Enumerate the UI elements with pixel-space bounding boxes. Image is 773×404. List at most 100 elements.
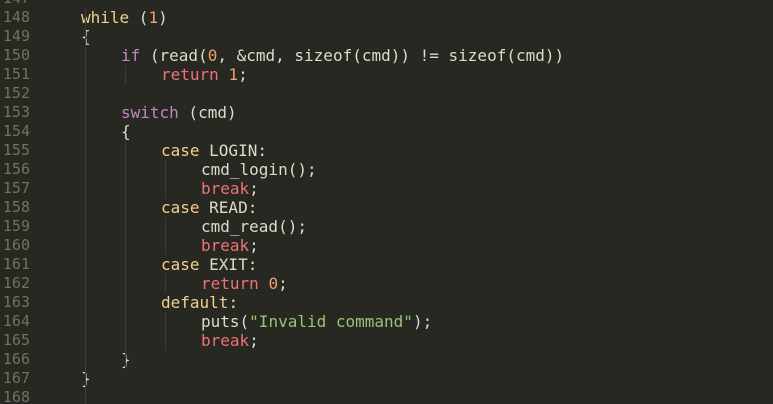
code-token: ; — [249, 179, 259, 198]
line-number: 160 — [2, 236, 30, 254]
code-text: return 1; — [161, 65, 248, 84]
code-line[interactable]: 164 puts("Invalid command"); — [0, 312, 773, 331]
code-line[interactable]: 154 { — [0, 122, 773, 141]
code-token: if — [121, 46, 141, 65]
line-number: 159 — [2, 217, 30, 235]
code-token: default — [161, 293, 229, 312]
code-token: 0 — [207, 46, 218, 65]
line-number: 167 — [2, 369, 30, 387]
code-line[interactable]: 162 return 0; — [0, 274, 773, 293]
indent-guide — [125, 141, 126, 369]
line-number: 149 — [2, 27, 30, 45]
code-token: (read( — [140, 46, 208, 65]
code-text: while (1) — [81, 8, 168, 27]
line-number: 153 — [2, 103, 30, 121]
code-line[interactable]: 163 default: — [0, 293, 773, 312]
code-token: (cmd) — [178, 103, 237, 122]
code-token: case — [161, 198, 200, 217]
line-number: 155 — [2, 141, 30, 159]
line-number: 165 — [2, 331, 30, 349]
code-token: { — [121, 122, 131, 141]
code-text: case LOGIN: — [161, 141, 267, 160]
line-number: 163 — [2, 293, 30, 311]
code-token: while — [81, 8, 130, 27]
code-line[interactable]: 148 while (1) — [0, 8, 773, 27]
indent-guide — [165, 160, 166, 198]
code-text: cmd_read(); — [201, 217, 307, 236]
line-number: 151 — [2, 65, 30, 83]
code-editor[interactable]: 147148while (1)149{150if (read(0, &cmd, … — [0, 0, 773, 404]
code-token: 1 — [228, 65, 239, 84]
line-number: 161 — [2, 255, 30, 273]
line-number: 157 — [2, 179, 30, 197]
code-token: LOGIN: — [199, 141, 267, 160]
line-number: 148 — [2, 8, 30, 26]
code-text: default: — [161, 293, 238, 312]
code-line[interactable]: 165 break; — [0, 331, 773, 350]
line-number: 154 — [2, 122, 30, 140]
code-token: 0 — [268, 274, 279, 293]
code-line[interactable]: 155 case LOGIN: — [0, 141, 773, 160]
code-token: ); — [412, 312, 433, 331]
code-line[interactable]: 156 cmd_login(); — [0, 160, 773, 179]
code-text: break; — [201, 179, 259, 198]
code-text: case READ: — [161, 198, 257, 217]
code-text: return 0; — [201, 274, 288, 293]
code-line[interactable]: 153 switch (cmd) — [0, 103, 773, 122]
code-line[interactable]: 161 case EXIT: — [0, 255, 773, 274]
code-token: ; — [238, 65, 248, 84]
indent-guide — [125, 65, 126, 84]
code-token: puts( — [201, 312, 250, 331]
code-text: break; — [201, 236, 259, 255]
line-number: 162 — [2, 274, 30, 292]
code-line[interactable]: 151 return 1; — [0, 65, 773, 84]
code-token: switch — [121, 103, 179, 122]
code-token: return — [161, 65, 219, 84]
code-token: case — [161, 141, 200, 160]
code-line[interactable]: 147 — [0, 0, 773, 8]
line-number: 164 — [2, 312, 30, 330]
code-token: ( — [129, 8, 149, 27]
code-token: break — [201, 179, 250, 198]
code-text: case EXIT: — [161, 255, 257, 274]
code-text: if (read(0, &cmd, sizeof(cmd)) != sizeof… — [121, 46, 564, 65]
code-text: { — [121, 122, 131, 141]
code-line[interactable]: 159 cmd_read(); — [0, 217, 773, 236]
line-number: 156 — [2, 160, 30, 178]
code-token: , &cmd, sizeof(cmd)) != sizeof(cmd)) — [217, 46, 565, 65]
code-line[interactable]: 166} — [0, 350, 773, 369]
indent-guide — [165, 217, 166, 255]
code-token: : — [228, 293, 239, 312]
code-token: case — [161, 255, 200, 274]
code-line[interactable]: 150 if (read(0, &cmd, sizeof(cmd)) != siz… — [0, 46, 773, 65]
code-lines[interactable]: 147148while (1)149{150if (read(0, &cmd, … — [0, 0, 773, 404]
code-line[interactable]: 160 break; — [0, 236, 773, 255]
code-text: cmd_login(); — [201, 160, 317, 179]
code-token: 1 — [148, 8, 159, 27]
code-line[interactable]: 168 — [0, 388, 773, 404]
line-number: 166 — [2, 350, 30, 368]
code-line[interactable]: 167} — [0, 369, 773, 388]
code-token: cmd_read(); — [201, 217, 307, 236]
code-text: puts("Invalid command"); — [201, 312, 432, 331]
code-token: break — [201, 236, 250, 255]
code-token: ; — [249, 331, 259, 350]
line-number: 147 — [0, 0, 30, 8]
line-number: 168 — [2, 388, 30, 404]
line-number: 150 — [2, 46, 30, 64]
code-token: cmd_login(); — [201, 160, 317, 179]
code-line[interactable]: 152 — [0, 84, 773, 103]
line-number: 158 — [2, 198, 30, 216]
code-text: switch (cmd) — [121, 103, 237, 122]
code-text: break; — [201, 331, 259, 350]
code-line[interactable]: 157 break; — [0, 179, 773, 198]
code-line[interactable]: 158 case READ: — [0, 198, 773, 217]
indent-guide — [165, 312, 166, 350]
code-token: return — [201, 274, 259, 293]
code-token: ; — [278, 274, 288, 293]
code-line[interactable]: 149{ — [0, 27, 773, 46]
code-token: ) — [158, 8, 168, 27]
line-number: 152 — [2, 84, 30, 102]
